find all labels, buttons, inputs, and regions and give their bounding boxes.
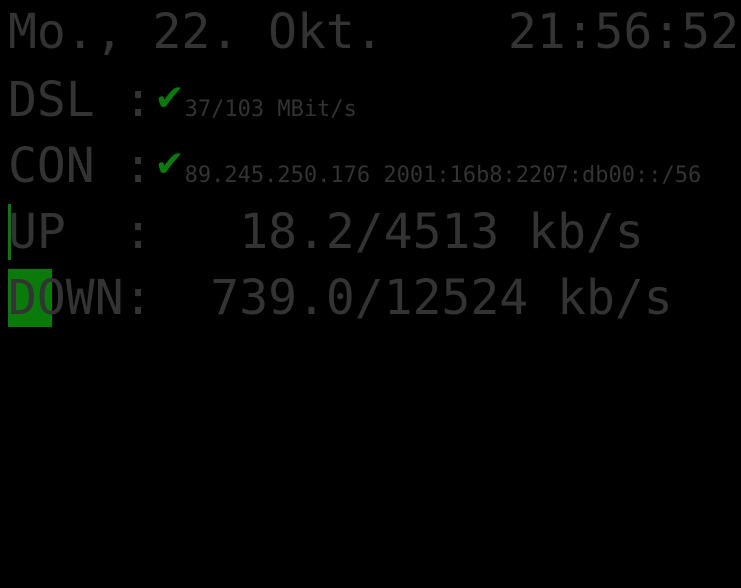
checkmark-icon: ✔ <box>154 144 185 185</box>
up-label: UP : <box>8 204 153 260</box>
dsl-status-row: DSL :✔37/103 MBit/s <box>8 76 357 124</box>
checkmark-icon: ✔ <box>154 78 185 119</box>
date-display: Mo., 22. Okt. <box>8 4 384 60</box>
down-label: DOWN: <box>8 270 153 326</box>
up-rate: 18.2/4513 kb/s <box>152 204 644 260</box>
time-display: 21:56:52 <box>507 4 739 60</box>
con-address: 89.245.250.176 2001:16b8:2207:db00::/56 <box>184 163 702 188</box>
dsl-speed: 37/103 MBit/s <box>184 97 357 122</box>
dsl-label: DSL : <box>8 72 153 128</box>
down-rate: 739.0/12524 kb/s <box>152 270 673 326</box>
up-status-row: UP : 18.2/4513 kb/s <box>8 208 644 256</box>
con-label: CON : <box>8 138 153 194</box>
con-status-row: CON :✔89.245.250.176 2001:16b8:2207:db00… <box>8 142 701 190</box>
down-status-row: DOWN: 739.0/12524 kb/s <box>8 274 673 322</box>
